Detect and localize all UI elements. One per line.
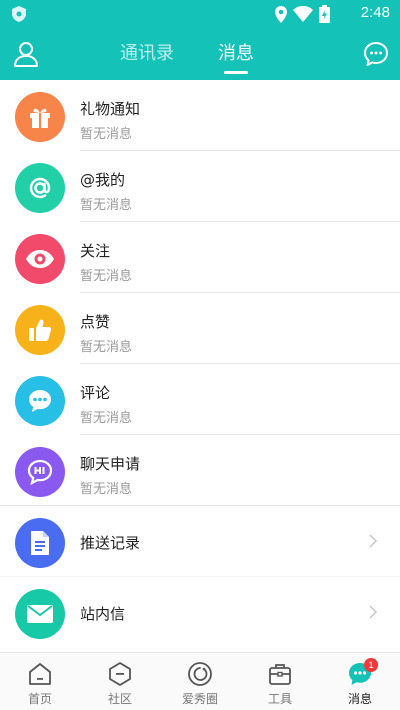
chevron-right-icon xyxy=(369,605,378,619)
header-tabs: 通讯录 消息 xyxy=(120,28,254,80)
shield-icon xyxy=(12,6,26,22)
chevron-right-icon xyxy=(369,534,378,548)
at-icon-circle xyxy=(15,163,65,213)
status-icons xyxy=(275,5,330,23)
thumbs-up-icon-circle xyxy=(15,305,65,355)
nav-messages[interactable]: 1 消息 xyxy=(320,653,400,710)
item-subtitle: 暂无消息 xyxy=(80,411,133,426)
item-title: 聊天申请 xyxy=(80,455,141,473)
battery-icon xyxy=(319,5,330,23)
nav-home[interactable]: 首页 xyxy=(0,653,80,710)
message-list: 礼物通知 暂无消息 @我的 暂无消息 关注 暂无消息 点赞 暂无消息 评论 暂无… xyxy=(0,80,400,648)
list-item-push-records[interactable]: 推送记录 xyxy=(0,506,400,577)
status-time: 2:48 xyxy=(360,4,390,21)
chat-bubble-icon[interactable] xyxy=(362,40,390,68)
item-title: 评论 xyxy=(80,384,111,402)
item-title: 礼物通知 xyxy=(80,100,141,118)
header: 通讯录 消息 xyxy=(0,28,400,80)
wifi-icon xyxy=(293,6,313,22)
list-item-gift-notice[interactable]: 礼物通知 暂无消息 xyxy=(0,80,400,151)
location-icon xyxy=(275,5,287,23)
nav-label: 社区 xyxy=(107,692,132,706)
item-subtitle: 暂无消息 xyxy=(80,269,133,284)
eye-icon-circle xyxy=(15,234,65,284)
status-bar: 2:48 xyxy=(0,0,400,28)
item-title: 推送记录 xyxy=(80,534,141,552)
comment-icon xyxy=(29,390,51,412)
nav-label: 首页 xyxy=(27,692,52,706)
item-title: 站内信 xyxy=(80,605,126,623)
document-icon xyxy=(31,531,49,555)
item-title: @我的 xyxy=(80,171,126,189)
item-subtitle: 暂无消息 xyxy=(80,198,133,213)
at-icon xyxy=(29,177,51,199)
nav-label: 工具 xyxy=(267,692,292,706)
mail-icon-circle xyxy=(15,589,65,639)
list-item-follow[interactable]: 关注 暂无消息 xyxy=(0,222,400,293)
circle-icon xyxy=(188,662,212,686)
nav-label: 爱秀圈 xyxy=(181,692,218,706)
nav-tools[interactable]: 工具 xyxy=(240,653,320,710)
thumbs-up-icon xyxy=(29,319,52,341)
item-title: 关注 xyxy=(80,242,111,260)
list-item-inbox[interactable]: 站内信 xyxy=(0,577,400,648)
list-item-comments[interactable]: 评论 暂无消息 xyxy=(0,364,400,435)
tab-messages[interactable]: 消息 xyxy=(218,28,254,80)
community-icon xyxy=(109,662,131,686)
eye-icon xyxy=(26,250,54,268)
mail-icon xyxy=(27,605,53,623)
item-subtitle: 暂无消息 xyxy=(80,482,133,497)
chat-hi-icon-circle xyxy=(15,447,65,497)
document-icon-circle xyxy=(15,518,65,568)
item-subtitle: 暂无消息 xyxy=(80,127,133,142)
tab-contacts[interactable]: 通讯录 xyxy=(120,28,174,80)
nav-community[interactable]: 社区 xyxy=(80,653,160,710)
gift-icon-circle xyxy=(15,92,65,142)
unread-badge: 1 xyxy=(364,658,378,672)
bottom-nav: 首页 社区 爱秀圈 工具 1 消息 xyxy=(0,652,400,710)
item-title: 点赞 xyxy=(80,313,111,331)
list-item-chat-requests[interactable]: 聊天申请 暂无消息 xyxy=(0,435,400,506)
nav-label: 消息 xyxy=(347,692,372,706)
chat-hi-icon xyxy=(27,459,53,486)
nav-show-circle[interactable]: 爱秀圈 xyxy=(160,653,240,710)
gift-icon xyxy=(30,108,50,128)
home-icon xyxy=(29,663,51,685)
list-item-mentions[interactable]: @我的 暂无消息 xyxy=(0,151,400,222)
user-icon[interactable] xyxy=(12,40,40,68)
list-item-likes[interactable]: 点赞 暂无消息 xyxy=(0,293,400,364)
comment-icon-circle xyxy=(15,376,65,426)
toolbox-icon xyxy=(269,664,291,685)
item-subtitle: 暂无消息 xyxy=(80,340,133,355)
